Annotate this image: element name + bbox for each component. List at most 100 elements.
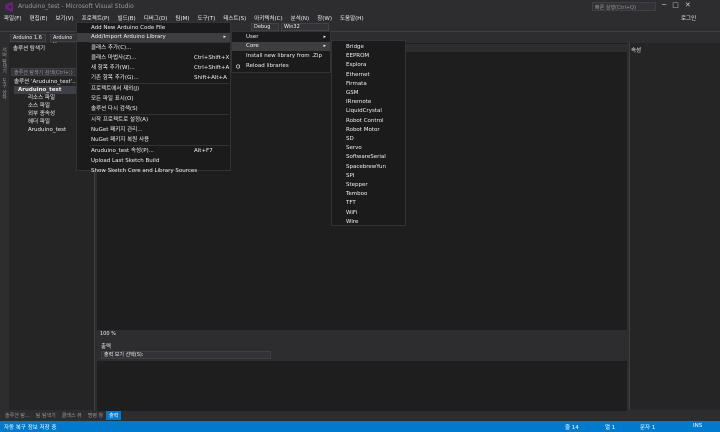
quick-launch-input[interactable]: 빠른 실행(Ctrl+Q)	[592, 2, 656, 11]
properties-panel	[629, 43, 720, 410]
context-menu-label: 새 항목 추가(W)...	[91, 65, 135, 71]
menu-5[interactable]: 디버그(D)	[144, 14, 168, 22]
context-menu-label: NuGet 패키지 복원 사용	[91, 137, 150, 143]
window-controls[interactable]: ─□✕	[662, 1, 697, 9]
tree-item-project[interactable]: Aruduino_test	[14, 86, 78, 94]
library-item[interactable]: SPI	[332, 172, 405, 181]
library-item[interactable]: Bridge	[332, 43, 405, 52]
properties-title: 속성	[631, 48, 642, 54]
tree-item-resources[interactable]: 리소스 파일	[14, 94, 77, 102]
output-title: 출력	[97, 342, 627, 350]
menu-6[interactable]: 팀(M)	[175, 14, 189, 22]
library-item[interactable]: Esplora	[332, 61, 405, 70]
arduino-version-dropdown[interactable]: Arduino 1.6	[10, 34, 46, 42]
library-item[interactable]: Ethernet	[332, 71, 405, 80]
tree-item-headers[interactable]: 헤더 파일	[14, 118, 77, 126]
submenu-user[interactable]: User ▸	[232, 33, 330, 42]
menu-8[interactable]: 테스트(S)	[223, 14, 246, 22]
config-dropdown[interactable]: Debug	[251, 23, 279, 31]
menu-11[interactable]: 창(W)	[317, 14, 332, 22]
menu-bar: 파일(F) 편집(E) 보기(V) 프로젝트(P) 빌드(B) 디버그(D) 팀(M) 도구(…	[0, 13, 720, 22]
login-link[interactable]: 로그인	[681, 14, 696, 22]
tree-item-solution[interactable]: 솔루션 'Aruduino_test'...	[14, 78, 77, 86]
menu-9[interactable]: 아키텍처(C)	[254, 14, 282, 22]
tab-solution-explorer[interactable]: 솔루션 탐...	[2, 411, 33, 420]
library-item[interactable]: Servo	[332, 144, 405, 153]
context-menu-item-6[interactable]: 프로젝트에서 제외(J)	[77, 85, 230, 94]
context-menu-item-12[interactable]: Aruduino_test 속성(P)... Alt+F7	[77, 147, 230, 156]
solution-tree: 솔루션 'Aruduino_test'... Aruduino_test 리소스…	[14, 78, 78, 134]
menu-separator	[89, 42, 229, 43]
library-item[interactable]: Stepper	[332, 181, 405, 190]
tab-class-view[interactable]: 클래스 뷰	[59, 411, 85, 420]
menu-1[interactable]: 편집(E)	[30, 14, 48, 22]
chevron-right-icon: ▸	[223, 34, 226, 40]
tree-item-sketch[interactable]: Aruduino_test	[14, 126, 77, 134]
context-menu-item-11[interactable]: NuGet 패키지 복원 사용	[77, 136, 230, 145]
library-item[interactable]: LiquidCrystal	[332, 107, 405, 116]
menu-7[interactable]: 도구(T)	[198, 14, 216, 22]
side-tab-server-explorer[interactable]: 서버 탐색기	[1, 47, 8, 74]
tab-command-window[interactable]: 명령 창	[85, 411, 106, 420]
library-item[interactable]: TFT	[332, 199, 405, 208]
library-item[interactable]: Wire	[332, 218, 405, 227]
context-menu-label: Show Sketch Core and Library Sources	[91, 168, 198, 174]
library-item[interactable]: Firmata	[332, 80, 405, 89]
context-menu-label: Add/Import Arduino Library	[91, 34, 166, 40]
context-menu-label: 솔루션 다시 검색(S)	[91, 106, 138, 112]
menu-4[interactable]: 빌드(B)	[118, 14, 136, 22]
library-item[interactable]: GSM	[332, 89, 405, 98]
context-menu-item-5[interactable]: 기존 항목 추가(G)... Shift+Alt+A	[77, 74, 230, 83]
menu-separator	[89, 83, 229, 84]
menu-10[interactable]: 분석(N)	[291, 14, 310, 22]
menu-2[interactable]: 보기(V)	[55, 14, 73, 22]
status-bar: 자동 복구 정보 저장 중 줄 14 열 1 문자 1 INS	[0, 421, 720, 432]
library-item[interactable]: Robot Motor	[332, 126, 405, 135]
tab-output[interactable]: 출력	[106, 411, 122, 420]
context-menu-item-13[interactable]: Upload Last Sketch Build	[77, 157, 230, 166]
library-item[interactable]: SD	[332, 135, 405, 144]
side-tab-toolbox[interactable]: 도구 상자	[1, 78, 8, 100]
context-menu-item-9[interactable]: 시작 프로젝트로 설정(A)	[77, 116, 230, 125]
context-menu-item-7[interactable]: 모든 파일 표시(O)	[77, 95, 230, 104]
visual-studio-logo-icon	[5, 2, 13, 12]
arduino-library-submenu: User ▸ Core ▸ Install new library from .Zi…	[231, 31, 331, 73]
output-source-dropdown[interactable]: 출력 보기 선택(S):	[101, 351, 271, 359]
library-item[interactable]: IRremote	[332, 98, 405, 107]
library-item[interactable]: EEPROM	[332, 52, 405, 61]
menu-3[interactable]: 프로젝트(P)	[82, 14, 110, 22]
context-menu-item-0[interactable]: Add New Arduino Code File	[77, 24, 230, 33]
context-menu-item-10[interactable]: NuGet 패키지 관리...	[77, 126, 230, 135]
context-menu-item-14[interactable]: Show Sketch Core and Library Sources	[77, 167, 230, 176]
tree-item-sources[interactable]: 소스 파일	[14, 102, 77, 110]
tab-team-explorer[interactable]: 팀 탐색기	[33, 411, 59, 420]
core-library-menu: Bridge EEPROM Esplora Ethernet Firmata GSM IRr…	[331, 40, 406, 226]
library-item[interactable]: SpacebrewYun	[332, 163, 405, 172]
library-item[interactable]: Temboo	[332, 190, 405, 199]
context-menu-item-2[interactable]: 클래스 추가(C)...	[77, 44, 230, 53]
library-item[interactable]: WiFi	[332, 209, 405, 218]
context-menu-label: Add New Arduino Code File	[91, 25, 166, 31]
shortcut-label: Alt+F7	[194, 148, 213, 154]
menu-0[interactable]: 파일(F)	[4, 14, 22, 22]
context-menu-label: 시작 프로젝트로 설정(A)	[91, 117, 149, 123]
status-mode: INS	[693, 423, 703, 429]
tree-item-external[interactable]: 외부 종속성	[14, 110, 77, 118]
submenu-reload[interactable]: Reload libraries	[232, 62, 330, 71]
output-pane[interactable]	[97, 361, 627, 411]
context-menu-item-3[interactable]: 클래스 마법사(Z)... Ctrl+Shift+X	[77, 54, 230, 63]
submenu-install-zip[interactable]: Install new library from .Zip	[232, 52, 330, 61]
zoom-level[interactable]: 100 %	[100, 331, 116, 337]
library-item[interactable]: Robot Control	[332, 117, 405, 126]
menu-12[interactable]: 도움말(H)	[340, 14, 364, 22]
menu-separator	[89, 145, 229, 146]
platform-dropdown[interactable]: Win32	[281, 23, 329, 31]
context-menu-label: 프로젝트에서 제외(J)	[91, 86, 140, 92]
library-item[interactable]: SoftwareSerial	[332, 153, 405, 162]
context-menu-item-1[interactable]: Add/Import Arduino Library ▸	[77, 33, 230, 42]
status-char: 문자 1	[640, 425, 656, 431]
context-menu-item-4[interactable]: 새 항목 추가(W)... Ctrl+Shift+A	[77, 64, 230, 73]
board-dropdown[interactable]: Arduino Uno	[50, 34, 78, 48]
context-menu-item-8[interactable]: 솔루션 다시 검색(S)	[77, 105, 230, 114]
submenu-core[interactable]: Core ▸	[232, 42, 330, 51]
